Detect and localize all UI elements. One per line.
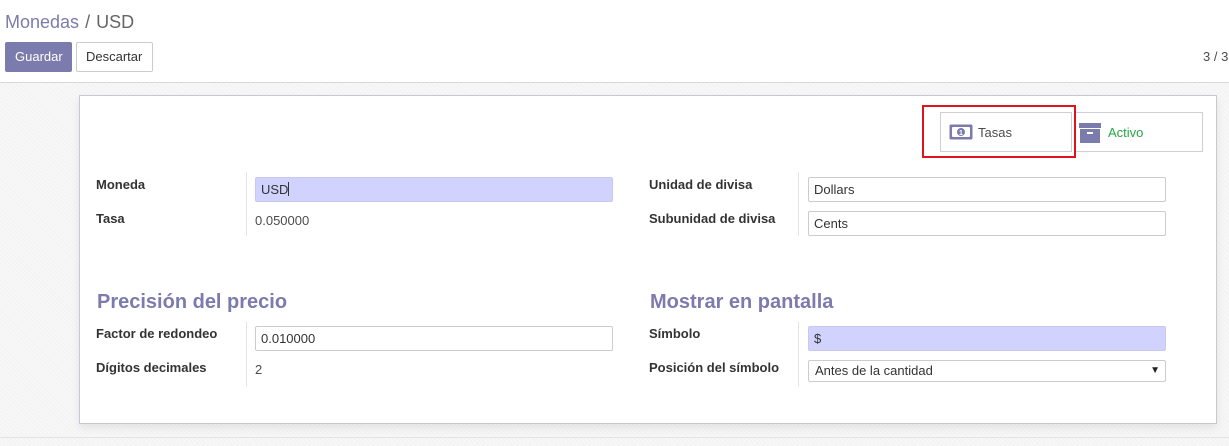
symbol-position-select[interactable]: Antes de la cantidad ▼	[808, 360, 1166, 382]
active-toggle-button[interactable]: Activo	[1075, 112, 1203, 152]
decimal-places-label: Dígitos decimales	[96, 360, 207, 375]
display-title: Mostrar en pantalla	[650, 291, 834, 313]
currency-unit-label: Unidad de divisa	[649, 177, 753, 192]
decimal-places-value: 2	[255, 362, 263, 377]
field-separator	[798, 322, 799, 386]
rounding-input[interactable]: 0.010000	[255, 326, 613, 351]
breadcrumb: Monedas / USD	[5, 12, 134, 33]
archive-icon	[1079, 123, 1101, 143]
chevron-down-icon: ▼	[1150, 365, 1160, 376]
rounding-label: Factor de redondeo	[96, 326, 218, 341]
rates-label: Tasas	[978, 125, 1012, 140]
rate-label: Tasa	[96, 211, 125, 226]
field-separator	[246, 322, 247, 386]
currency-value: USD	[261, 182, 289, 197]
save-button[interactable]: Guardar	[5, 42, 72, 72]
currency-subunit-input[interactable]: Cents	[808, 211, 1166, 236]
symbol-position-label: Posición del símbolo	[649, 360, 780, 375]
field-separator	[246, 172, 247, 236]
discard-button[interactable]: Descartar	[76, 42, 153, 72]
field-separator	[798, 172, 799, 236]
control-panel: Monedas / USD Guardar Descartar 3 / 3	[0, 0, 1229, 83]
pager-value[interactable]: 3 / 3	[1203, 49, 1229, 64]
svg-text:1: 1	[959, 130, 963, 137]
symbol-input[interactable]: $	[808, 326, 1166, 351]
breadcrumb-parent-link[interactable]: Monedas	[5, 12, 79, 32]
rates-smart-button[interactable]: 1 Tasas	[940, 112, 1072, 152]
symbol-label: Símbolo	[649, 326, 701, 341]
money-icon: 1	[949, 124, 973, 140]
symbol-position-value: Antes de la cantidad	[815, 363, 933, 378]
breadcrumb-separator: /	[85, 12, 91, 32]
breadcrumb-current: USD	[96, 12, 135, 32]
rate-value: 0.050000	[255, 213, 310, 228]
text-cursor	[288, 182, 290, 196]
currency-unit-input[interactable]: Dollars	[808, 177, 1166, 202]
divider	[0, 437, 1229, 438]
currency-label: Moneda	[96, 177, 146, 192]
active-label: Activo	[1108, 125, 1144, 140]
price-precision-title: Precisión del precio	[97, 291, 288, 313]
currency-subunit-label: Subunidad de divisa	[649, 211, 776, 226]
currency-input[interactable]: USD	[255, 177, 613, 202]
